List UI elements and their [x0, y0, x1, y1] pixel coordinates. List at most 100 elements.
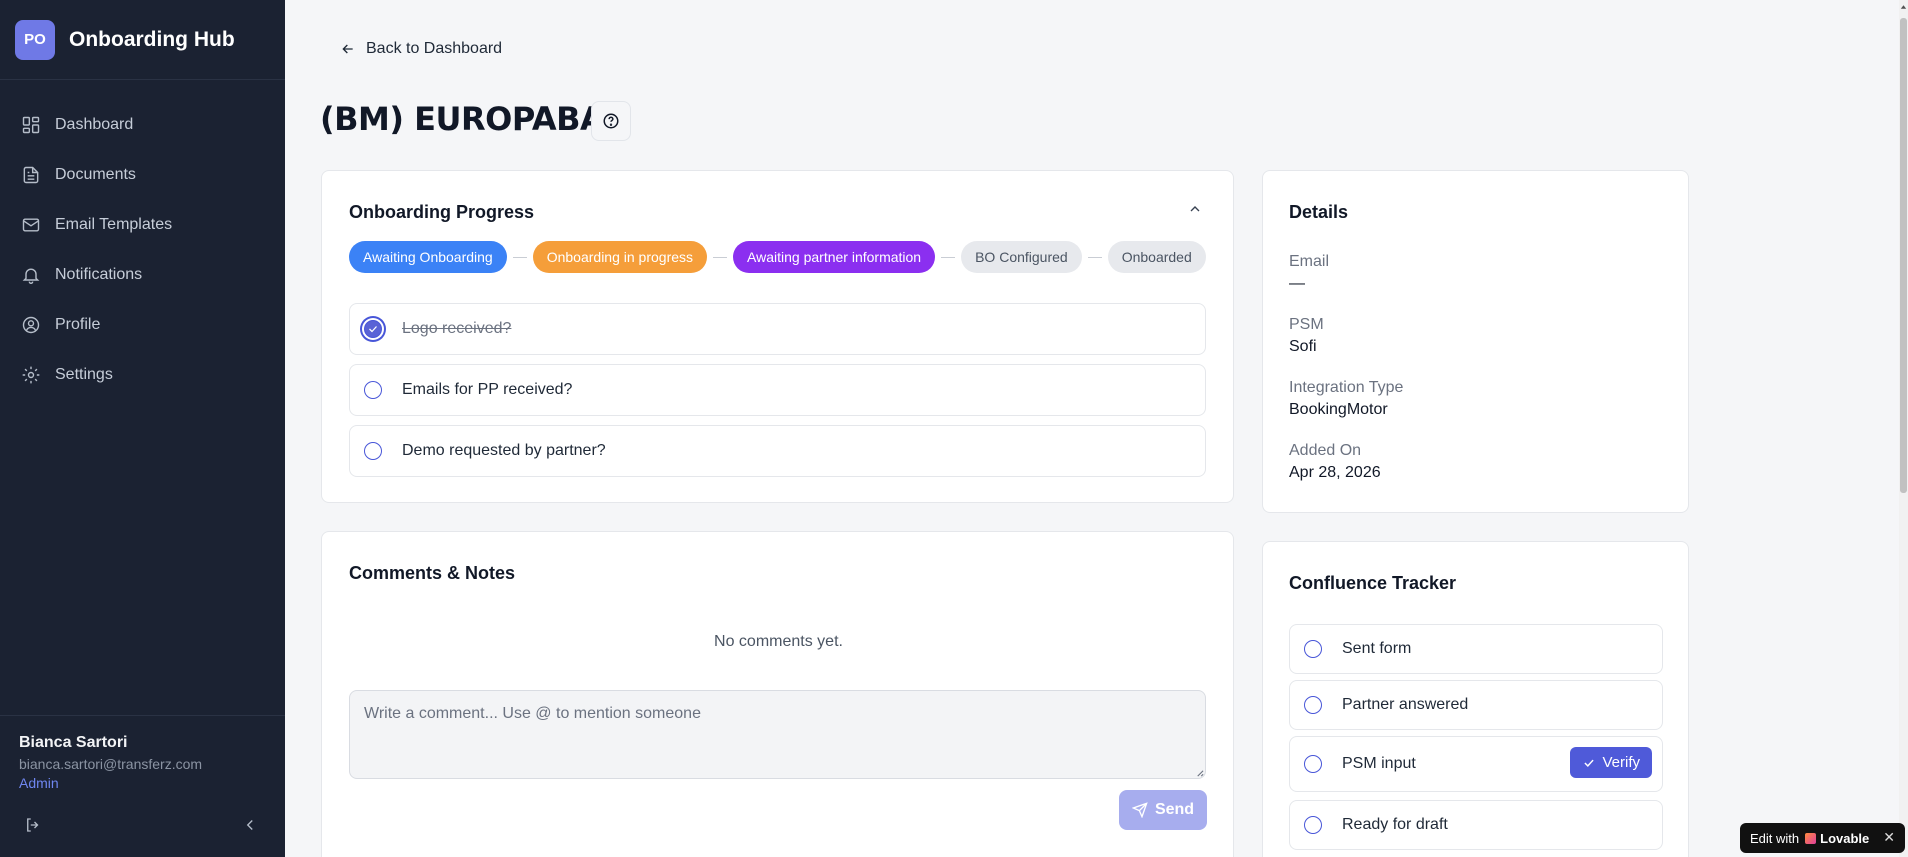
- scroll-up-icon[interactable]: [1899, 2, 1908, 12]
- lovable-logo-icon: [1805, 832, 1817, 844]
- logout-icon[interactable]: [24, 816, 42, 839]
- brand-logo: PO: [15, 19, 55, 60]
- email-label: Email: [1289, 253, 1330, 270]
- details-card: Details Email — PSM Sofi Integration Typ…: [1262, 170, 1689, 513]
- stage-awaiting-onboarding[interactable]: Awaiting Onboarding: [349, 241, 507, 273]
- page-title: (BM) EUROPABA: [320, 100, 605, 138]
- tracker-item[interactable]: PSM input Verify: [1289, 736, 1663, 792]
- stage-connector: [512, 256, 527, 258]
- send-button[interactable]: Send: [1119, 790, 1207, 830]
- bell-icon: [20, 264, 42, 286]
- checklist-label: Demo requested by partner?: [402, 442, 606, 459]
- checklist-item[interactable]: Logo received?: [349, 303, 1206, 355]
- psm-label: PSM: [1289, 316, 1324, 333]
- back-label: Back to Dashboard: [366, 40, 503, 57]
- tracker-label: Partner answered: [1342, 696, 1469, 713]
- verify-button[interactable]: Verify: [1570, 747, 1652, 778]
- integration-type-value: BookingMotor: [1289, 401, 1388, 418]
- checkbox-checked[interactable]: [364, 320, 382, 338]
- user-icon: [20, 314, 42, 336]
- stage-awaiting-partner-information[interactable]: Awaiting partner information: [733, 241, 936, 273]
- checklist-item[interactable]: Demo requested by partner?: [349, 425, 1206, 477]
- user-email: bianca.sartori@transferz.com: [19, 756, 203, 772]
- psm-value: Sofi: [1289, 338, 1317, 355]
- help-circle-icon: [603, 113, 619, 129]
- confluence-tracker-card: Confluence Tracker Sent form Partner ans…: [1262, 541, 1689, 857]
- tracker-label: PSM input: [1342, 755, 1416, 772]
- comments-card: Comments & Notes No comments yet. Send: [321, 531, 1234, 857]
- checkbox[interactable]: [1304, 640, 1322, 658]
- tracker-item[interactable]: Ready for draft: [1289, 800, 1663, 850]
- stage-connector: [941, 256, 956, 258]
- badge-prefix: Edit with: [1750, 830, 1800, 846]
- back-to-dashboard-link[interactable]: Back to Dashboard: [340, 40, 502, 58]
- added-on-value: Apr 28, 2026: [1289, 464, 1381, 481]
- stage-pipeline: Awaiting Onboarding Onboarding in progre…: [349, 241, 1206, 273]
- onboarding-progress-card: Onboarding Progress Awaiting Onboarding …: [321, 170, 1234, 503]
- arrow-left-icon: [342, 44, 353, 54]
- added-on-label: Added On: [1289, 442, 1362, 459]
- collapse-sidebar-icon[interactable]: [241, 816, 259, 839]
- sidebar-item-email-templates[interactable]: Email Templates: [0, 200, 285, 250]
- checklist-item[interactable]: Emails for PP received?: [349, 364, 1206, 416]
- integration-type-label: Integration Type: [1289, 379, 1404, 396]
- comments-title: Comments & Notes: [349, 563, 516, 583]
- checkbox[interactable]: [1304, 696, 1322, 714]
- checkbox[interactable]: [364, 381, 382, 399]
- sidebar-item-documents[interactable]: Documents: [0, 150, 285, 200]
- badge-brand: Lovable: [1820, 830, 1870, 846]
- user-name: Bianca Sartori: [19, 734, 128, 751]
- tracker-label: Ready for draft: [1342, 816, 1448, 833]
- check-icon: [1584, 759, 1595, 767]
- page-scrollbar[interactable]: [1899, 0, 1908, 857]
- tracker-item[interactable]: Partner answered: [1289, 680, 1663, 730]
- user-panel: Bianca Sartori bianca.sartori@transferz.…: [0, 715, 285, 791]
- tracker-title: Confluence Tracker: [1289, 573, 1457, 593]
- sidebar-item-profile[interactable]: Profile: [0, 300, 285, 350]
- close-icon[interactable]: ✕: [1883, 829, 1895, 846]
- no-comments-text: No comments yet.: [714, 633, 843, 650]
- details-title: Details: [1289, 202, 1349, 222]
- gear-icon: [20, 364, 42, 386]
- sidebar-item-label: Email Templates: [55, 216, 173, 233]
- sidebar-item-label: Documents: [55, 166, 136, 183]
- dashboard-icon: [20, 114, 42, 136]
- sidebar: PO Onboarding Hub Dashboard Documents Em…: [0, 0, 285, 857]
- sidebar-item-label: Notifications: [55, 266, 143, 283]
- sidebar-item-label: Profile: [55, 316, 101, 333]
- chevron-up-icon[interactable]: [1187, 201, 1203, 222]
- sidebar-item-notifications[interactable]: Notifications: [0, 250, 285, 300]
- progress-title: Onboarding Progress: [349, 202, 535, 222]
- send-label: Send: [1154, 801, 1195, 818]
- check-icon: [369, 326, 377, 333]
- sidebar-item-settings[interactable]: Settings: [0, 350, 285, 400]
- stage-bo-configured[interactable]: BO Configured: [961, 241, 1082, 273]
- checkbox[interactable]: [1304, 816, 1322, 834]
- stage-connector: [713, 256, 728, 258]
- sidebar-item-dashboard[interactable]: Dashboard: [0, 100, 285, 150]
- email-value: —: [1289, 275, 1305, 292]
- send-icon: [1131, 802, 1148, 818]
- tracker-label: Sent form: [1342, 640, 1412, 657]
- stage-onboarding-in-progress[interactable]: Onboarding in progress: [532, 241, 708, 273]
- help-button[interactable]: [591, 101, 631, 141]
- verify-label: Verify: [1602, 754, 1640, 771]
- sidebar-item-label: Settings: [55, 366, 113, 383]
- tracker-item[interactable]: Sent form: [1289, 624, 1663, 674]
- scroll-thumb[interactable]: [1900, 18, 1907, 493]
- resize-grip-icon[interactable]: [1195, 768, 1204, 777]
- stage-onboarded[interactable]: Onboarded: [1107, 241, 1206, 273]
- mail-icon: [20, 214, 42, 236]
- stage-connector: [1087, 256, 1102, 258]
- checklist-label: Emails for PP received?: [402, 381, 573, 398]
- comment-input[interactable]: [349, 690, 1206, 779]
- brand-title: Onboarding Hub: [69, 27, 235, 51]
- edit-with-lovable-badge[interactable]: Edit with Lovable ✕: [1740, 823, 1905, 853]
- user-role: Admin: [19, 775, 59, 791]
- checkbox[interactable]: [1304, 755, 1322, 773]
- brand: PO Onboarding Hub: [0, 0, 285, 80]
- checkbox[interactable]: [364, 442, 382, 460]
- sidebar-item-label: Dashboard: [55, 116, 134, 133]
- checklist-label: Logo received?: [402, 320, 512, 337]
- sidebar-nav: Dashboard Documents Email Templates Noti…: [0, 80, 285, 400]
